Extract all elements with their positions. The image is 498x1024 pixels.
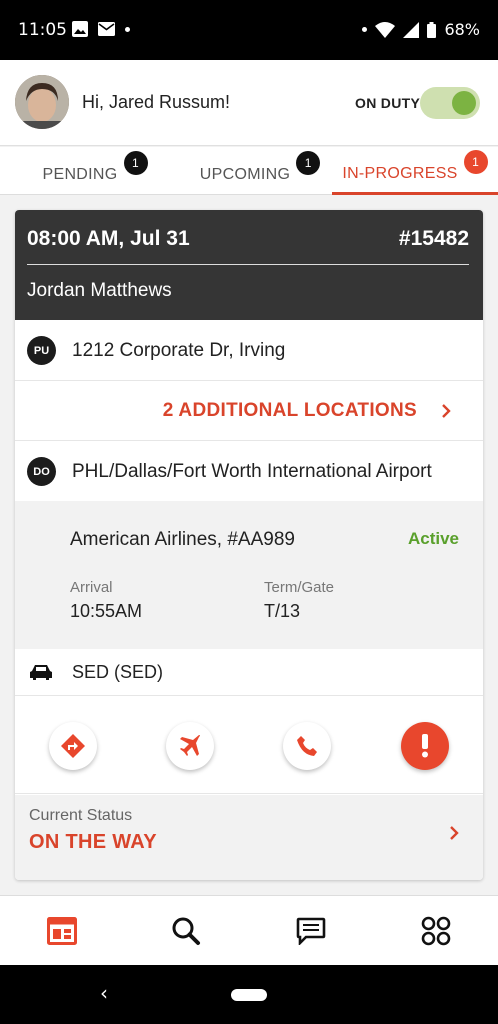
dropoff-badge: DO [27, 457, 56, 486]
system-navigation-bar: ‹ [0, 965, 498, 1024]
vehicle-row: SED (SED) [15, 649, 483, 696]
signal-icon [403, 21, 420, 38]
alert-icon [422, 734, 428, 758]
arrival-label: Arrival [70, 579, 113, 596]
tab-label: PENDING [42, 166, 118, 183]
home-pill[interactable] [231, 989, 267, 1001]
dropoff-address: PHL/Dallas/Fort Worth International Airp… [72, 461, 432, 482]
current-status-value: ON THE WAY [29, 831, 157, 853]
tab-count-badge: 1 [123, 151, 148, 175]
chevron-right-icon [450, 826, 459, 840]
pickup-address: 1212 Corporate Dr, Irving [72, 340, 286, 361]
search-icon [172, 917, 200, 945]
battery-icon [427, 21, 437, 38]
tab-pending[interactable]: PENDING 1 [20, 147, 170, 195]
current-status-label: Current Status [29, 807, 133, 824]
tab-label: UPCOMING [199, 166, 291, 183]
phone-icon [297, 736, 317, 756]
system-icons: 68% [362, 20, 480, 39]
flight-info: American Airlines, #AA989 Active Arrival… [15, 501, 483, 649]
trip-card-header: 08:00 AM, Jul 31 #15482 Jordan Matthews [15, 210, 483, 320]
call-button[interactable] [283, 722, 331, 770]
pickup-badge: PU [27, 336, 56, 365]
flight-button[interactable] [166, 722, 214, 770]
directions-button[interactable] [49, 722, 97, 770]
tab-count-badge: 1 [463, 149, 488, 174]
flight-airline: American Airlines, #AA989 [70, 529, 295, 550]
trip-actions [15, 696, 483, 794]
apps-icon [421, 916, 451, 946]
battery-percent: 68% [444, 20, 480, 39]
passenger-name: Jordan Matthews [27, 280, 172, 301]
car-icon [30, 665, 52, 680]
back-icon[interactable]: ‹ [100, 981, 108, 1005]
wifi-icon [375, 21, 396, 38]
additional-locations-row[interactable]: 2 ADDITIONAL LOCATIONS [15, 381, 483, 441]
toggle-knob [452, 91, 476, 115]
gate-value: T/13 [264, 601, 301, 621]
pickup-row: PU 1212 Corporate Dr, Irving [15, 320, 483, 381]
status-bar: 11:05 68% [0, 0, 498, 60]
current-status[interactable]: Current Status ON THE WAY [15, 795, 483, 880]
mail-icon [98, 22, 115, 36]
trip-card[interactable]: 08:00 AM, Jul 31 #15482 Jordan Matthews … [15, 210, 483, 880]
more-notifications-icon [125, 26, 130, 32]
additional-locations-link[interactable]: 2 ADDITIONAL LOCATIONS [163, 400, 417, 422]
trip-number: #15482 [398, 227, 469, 250]
flight-status: Active [407, 529, 459, 548]
tab-upcoming[interactable]: UPCOMING 1 [185, 147, 335, 195]
nav-apps[interactable] [418, 913, 454, 949]
gate-label: Term/Gate [264, 579, 335, 596]
duty-label: ON DUTY [355, 95, 421, 111]
messages-icon [296, 917, 326, 945]
vehicle-type: SED (SED) [72, 662, 164, 682]
avatar[interactable] [15, 75, 69, 129]
notification-icons [72, 21, 130, 37]
trips-icon [47, 917, 77, 945]
nav-messages[interactable] [293, 913, 329, 949]
dropoff-row: DO PHL/Dallas/Fort Worth International A… [15, 441, 483, 501]
divider [27, 264, 469, 265]
flight-icon [180, 735, 200, 756]
nav-trips[interactable] [44, 913, 80, 949]
on-duty-toggle[interactable] [420, 87, 480, 119]
greeting: Hi, Jared Russum! [82, 92, 231, 112]
image-icon [72, 21, 88, 37]
trip-tabs: PENDING 1 UPCOMING 1 IN-PROGRESS 1 [0, 147, 498, 195]
alert-button[interactable] [401, 722, 449, 770]
dot-icon [362, 27, 368, 32]
chevron-right-icon [442, 404, 451, 418]
tab-count-badge: 1 [296, 151, 321, 175]
directions-icon [61, 734, 85, 758]
arrival-value: 10:55AM [70, 601, 143, 621]
bottom-navigation [0, 895, 498, 965]
status-time: 11:05 [18, 20, 67, 40]
app-header: Hi, Jared Russum! ON DUTY [0, 60, 498, 146]
trip-datetime: 08:00 AM, Jul 31 [27, 227, 190, 250]
nav-search[interactable] [168, 913, 204, 949]
tab-label: IN-PROGRESS [342, 164, 458, 182]
tab-in-progress[interactable]: IN-PROGRESS 1 [332, 147, 498, 195]
